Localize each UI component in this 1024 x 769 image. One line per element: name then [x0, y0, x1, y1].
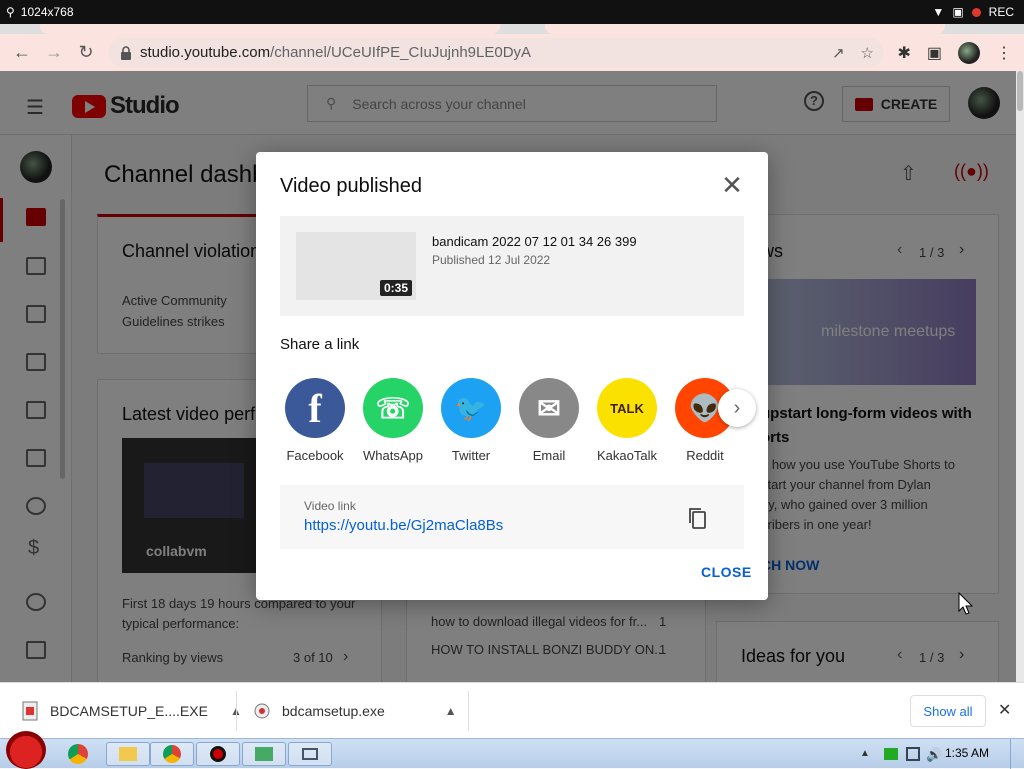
download-item-1[interactable]: BDCAMSETUP_E....EXE ▲	[22, 683, 242, 739]
reload-icon[interactable]: ↻	[70, 36, 102, 68]
share-heading: Share a link	[280, 336, 360, 353]
url-domain: studio.youtube.com	[140, 44, 271, 61]
taskbar-window-icon[interactable]	[288, 742, 332, 766]
url-bar[interactable]: studio.youtube.com/channel/UCeUIfPE_CIuJ…	[108, 38, 884, 67]
share-email-button[interactable]: ✉ Email	[514, 378, 584, 463]
chrome-icon[interactable]	[68, 744, 88, 764]
tab-strip	[0, 24, 1024, 34]
share-kakaotalk-button[interactable]: TALK KakaoTalk	[592, 378, 662, 463]
record-dot-icon	[971, 7, 981, 17]
installer-file-icon	[254, 703, 270, 719]
page-scrollbar-thumb[interactable]	[1017, 71, 1023, 111]
kakaotalk-icon: TALK	[597, 378, 657, 438]
share-label-reddit: Reddit	[686, 448, 724, 463]
taskbar-explorer-icon[interactable]	[106, 742, 150, 766]
share-next-chevron-icon[interactable]: ›	[718, 389, 756, 427]
video-title: bandicam 2022 07 12 01 34 26 399	[432, 234, 637, 249]
tray-volume-icon[interactable]: 🔊	[926, 747, 942, 763]
windows-taskbar: ▲ 🔊 1:35 AM	[0, 731, 1024, 769]
close-icon[interactable]: ✕	[998, 700, 1011, 720]
show-desktop-button[interactable]	[1010, 739, 1024, 769]
profile-avatar[interactable]	[958, 41, 980, 64]
dialog-title: Video published	[280, 175, 422, 197]
chevron-up-icon[interactable]: ▲	[445, 704, 457, 718]
share-icon[interactable]: ↗	[832, 44, 845, 62]
video-summary: 0:35 bandicam 2022 07 12 01 34 26 399 Pu…	[280, 216, 744, 316]
lock-icon	[121, 45, 131, 60]
taskbar-clock[interactable]: 1:35 AM	[945, 746, 989, 760]
share-facebook-button[interactable]: f Facebook	[280, 378, 350, 463]
camera-icon[interactable]: ▣	[952, 5, 963, 19]
download-item-2[interactable]: bdcamsetup.exe ▲	[254, 683, 457, 739]
video-link-box: Video link https://youtu.be/Gj2maCla8Bs	[280, 485, 744, 549]
video-duration: 0:35	[379, 280, 412, 296]
tray-network-icon[interactable]	[906, 747, 920, 761]
share-label-kakaotalk: KakaoTalk	[597, 448, 657, 463]
copy-icon[interactable]	[688, 507, 706, 529]
share-whatsapp-button[interactable]: ☏ WhatsApp	[358, 378, 428, 463]
share-label-facebook: Facebook	[286, 448, 344, 463]
taskbar-chrome-icon[interactable]	[150, 742, 194, 766]
download-bar: BDCAMSETUP_E....EXE ▲ bdcamsetup.exe ▲ S…	[0, 682, 1024, 738]
tray-battery-icon[interactable]	[884, 748, 898, 760]
search-icon: ⚲	[6, 5, 15, 19]
video-link-label: Video link	[304, 499, 356, 513]
start-button-icon[interactable]	[6, 731, 46, 769]
share-label-whatsapp: WhatsApp	[363, 448, 423, 463]
close-icon[interactable]: ✕	[720, 172, 744, 198]
forward-icon[interactable]: →	[38, 36, 70, 68]
address-bar-row: ← → ↻ studio.youtube.com/channel/UCeUIfP…	[0, 34, 1024, 71]
download-name-1: BDCAMSETUP_E....EXE	[50, 703, 208, 719]
extensions-icon[interactable]: ✱	[897, 43, 910, 63]
download-divider	[468, 691, 469, 731]
facebook-icon: f	[285, 378, 345, 438]
star-icon[interactable]: ☆	[861, 44, 874, 62]
tab-inactive[interactable]	[545, 24, 945, 34]
rec-label[interactable]: REC	[989, 5, 1014, 19]
tab-active[interactable]	[40, 24, 500, 34]
download-name-2: bdcamsetup.exe	[282, 703, 385, 719]
share-label-twitter: Twitter	[451, 448, 491, 463]
twitter-icon: 🐦	[441, 378, 501, 438]
page-scrollbar[interactable]	[1016, 71, 1024, 682]
video-thumbnail[interactable]: 0:35	[296, 232, 416, 300]
taskbar-app-icon[interactable]	[242, 742, 286, 766]
show-all-button[interactable]: Show all	[910, 695, 986, 727]
back-icon[interactable]: ←	[6, 36, 38, 68]
mouse-cursor-icon	[958, 592, 974, 615]
download-divider	[236, 691, 237, 731]
tray-expand-icon[interactable]: ▲	[860, 748, 870, 759]
taskbar-bandicam-icon[interactable]	[196, 742, 240, 766]
email-icon: ✉	[519, 378, 579, 438]
video-published-date: Published 12 Jul 2022	[432, 253, 551, 267]
installer-file-icon	[22, 701, 38, 721]
recorder-bar: ⚲ 1024x768 ▼ ▣ REC	[0, 0, 1024, 24]
whatsapp-icon: ☏	[363, 378, 423, 438]
menu-kebab-icon[interactable]: ⋮	[996, 43, 1012, 63]
video-published-dialog: Video published ✕ 0:35 bandicam 2022 07 …	[256, 152, 768, 600]
dropdown-icon[interactable]: ▼	[932, 5, 944, 19]
recording-resolution: 1024x768	[20, 5, 74, 19]
url-path: /channel/UCeUIfPE_CIuJujnh9LE0DyA	[270, 44, 532, 61]
sidepanel-icon[interactable]: ▣	[927, 43, 942, 63]
video-link-value[interactable]: https://youtu.be/Gj2maCla8Bs	[304, 517, 503, 534]
share-label-email: Email	[532, 448, 566, 463]
share-twitter-button[interactable]: 🐦 Twitter	[436, 378, 506, 463]
close-button[interactable]: CLOSE	[701, 564, 752, 580]
